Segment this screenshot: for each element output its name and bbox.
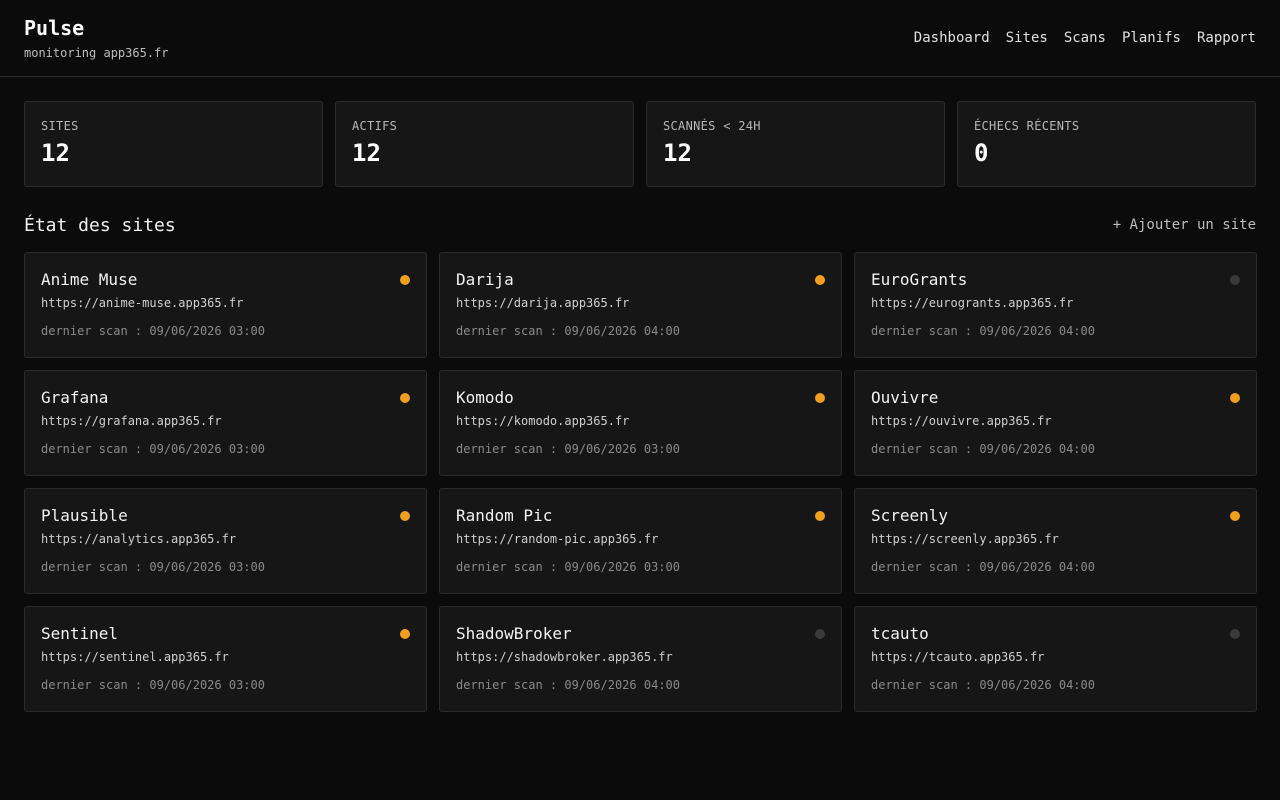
app-title: Pulse — [24, 16, 85, 40]
main-nav: Dashboard Sites Scans Planifs Rapport — [914, 30, 1256, 46]
app-subtitle: monitoring app365.fr — [24, 46, 169, 60]
stat-label: ACTIFS — [352, 119, 398, 133]
nav-dashboard[interactable]: Dashboard — [914, 30, 990, 46]
site-card-header: Grafana — [41, 388, 410, 407]
site-card-header: Komodo — [456, 388, 825, 407]
stats-row: SITES 12 ACTIFS 12 SCANNÉS < 24H 12 ÉCHE… — [0, 77, 1280, 187]
site-card[interactable]: ShadowBroker https://shadowbroker.app365.… — [439, 606, 842, 712]
stat-label: ÉCHECS RÉCENTS — [974, 119, 1080, 133]
site-card[interactable]: Screenly https://screenly.app365.fr dernie… — [854, 488, 1257, 594]
site-name: Darija — [456, 270, 514, 289]
site-url: https://random-pic.app365.fr — [456, 532, 659, 546]
site-url: https://analytics.app365.fr — [41, 532, 237, 546]
site-card[interactable]: Random Pic https://random-pic.app365.fr de… — [439, 488, 842, 594]
status-dot-icon — [1230, 392, 1240, 403]
status-dot-icon — [400, 392, 410, 403]
last-scan: dernier scan : 09/06/2026 03:00 — [41, 678, 265, 692]
site-card-header: Random Pic — [456, 506, 825, 525]
site-card-header: Plausible — [41, 506, 410, 525]
stat-label: SITES — [41, 119, 79, 133]
site-url: https://tcauto.app365.fr — [871, 650, 1045, 664]
site-name: tcauto — [871, 624, 929, 643]
last-scan: dernier scan : 09/06/2026 03:00 — [41, 560, 265, 574]
status-dot-icon — [815, 392, 825, 403]
last-scan: dernier scan : 09/06/2026 03:00 — [41, 324, 265, 338]
site-card[interactable]: Ouvivre https://ouvivre.app365.fr dernier … — [854, 370, 1257, 476]
section-header: État des sites + Ajouter un site — [0, 213, 1280, 237]
site-card[interactable]: Darija https://darija.app365.fr dernier sc… — [439, 252, 842, 358]
site-url: https://screenly.app365.fr — [871, 532, 1059, 546]
nav-scans[interactable]: Scans — [1064, 30, 1106, 46]
site-name: Komodo — [456, 388, 514, 407]
nav-rapport[interactable]: Rapport — [1197, 30, 1256, 46]
last-scan: dernier scan : 09/06/2026 04:00 — [456, 678, 680, 692]
last-scan: dernier scan : 09/06/2026 04:00 — [871, 324, 1095, 338]
status-dot-icon — [815, 510, 825, 521]
status-dot-icon — [815, 628, 825, 639]
nav-planifs[interactable]: Planifs — [1122, 30, 1181, 46]
site-card-header: tcauto — [871, 624, 1240, 643]
status-dot-icon — [1230, 628, 1240, 639]
site-card-header: Anime Muse — [41, 270, 410, 289]
site-card[interactable]: tcauto https://tcauto.app365.fr dernier sc… — [854, 606, 1257, 712]
site-name: Grafana — [41, 388, 109, 407]
add-site-link[interactable]: + Ajouter un site — [1113, 217, 1256, 233]
site-url: https://komodo.app365.fr — [456, 414, 630, 428]
site-card-header: Ouvivre — [871, 388, 1240, 407]
stat-value: 12 — [352, 139, 381, 167]
site-name: Anime Muse — [41, 270, 138, 289]
site-url: https://sentinel.app365.fr — [41, 650, 229, 664]
section-title: État des sites — [24, 214, 176, 236]
nav-sites[interactable]: Sites — [1006, 30, 1048, 46]
status-dot-icon — [400, 510, 410, 521]
site-card-header: EuroGrants — [871, 270, 1240, 289]
site-url: https://anime-muse.app365.fr — [41, 296, 244, 310]
site-url: https://shadowbroker.app365.fr — [456, 650, 673, 664]
status-dot-icon — [400, 274, 410, 285]
site-card[interactable]: Sentinel https://sentinel.app365.fr dernie… — [24, 606, 427, 712]
last-scan: dernier scan : 09/06/2026 04:00 — [871, 442, 1095, 456]
stat-value: 0 — [974, 139, 989, 167]
site-card[interactable]: Komodo https://komodo.app365.fr dernier sc… — [439, 370, 842, 476]
last-scan: dernier scan : 09/06/2026 03:00 — [456, 560, 680, 574]
top-bar: Pulse monitoring app365.fr Dashboard Sit… — [0, 0, 1280, 77]
site-name: Sentinel — [41, 624, 119, 643]
stat-card-actifs: ACTIFS 12 — [335, 101, 634, 187]
site-card-header: ShadowBroker — [456, 624, 825, 643]
stat-card-scannes: SCANNÉS < 24H 12 — [646, 101, 945, 187]
site-card[interactable]: Plausible https://analytics.app365.fr dern… — [24, 488, 427, 594]
stat-value: 12 — [41, 139, 70, 167]
site-name: ShadowBroker — [456, 624, 572, 643]
status-dot-icon — [400, 628, 410, 639]
site-card[interactable]: Anime Muse https://anime-muse.app365.fr de… — [24, 252, 427, 358]
stat-card-sites: SITES 12 — [24, 101, 323, 187]
site-card[interactable]: Grafana https://grafana.app365.fr dernier … — [24, 370, 427, 476]
last-scan: dernier scan : 09/06/2026 03:00 — [456, 442, 680, 456]
site-name: Ouvivre — [871, 388, 939, 407]
stat-value: 12 — [663, 139, 692, 167]
site-name: Random Pic — [456, 506, 553, 525]
stat-label: SCANNÉS < 24H — [663, 119, 761, 133]
site-url: https://eurogrants.app365.fr — [871, 296, 1074, 310]
site-url: https://ouvivre.app365.fr — [871, 414, 1052, 428]
site-card[interactable]: EuroGrants https://eurogrants.app365.fr de… — [854, 252, 1257, 358]
status-dot-icon — [815, 274, 825, 285]
site-card-header: Darija — [456, 270, 825, 289]
site-name: EuroGrants — [871, 270, 968, 289]
site-card-header: Screenly — [871, 506, 1240, 525]
stat-card-echecs: ÉCHECS RÉCENTS 0 — [957, 101, 1256, 187]
site-grid: Anime Muse https://anime-muse.app365.fr de… — [0, 252, 1280, 712]
last-scan: dernier scan : 09/06/2026 04:00 — [871, 560, 1095, 574]
site-url: https://grafana.app365.fr — [41, 414, 222, 428]
site-name: Screenly — [871, 506, 949, 525]
site-name: Plausible — [41, 506, 128, 525]
status-dot-icon — [1230, 274, 1240, 285]
site-url: https://darija.app365.fr — [456, 296, 630, 310]
last-scan: dernier scan : 09/06/2026 03:00 — [41, 442, 265, 456]
brand: Pulse monitoring app365.fr — [24, 16, 169, 60]
status-dot-icon — [1230, 510, 1240, 521]
site-card-header: Sentinel — [41, 624, 410, 643]
last-scan: dernier scan : 09/06/2026 04:00 — [456, 324, 680, 338]
last-scan: dernier scan : 09/06/2026 04:00 — [871, 678, 1095, 692]
